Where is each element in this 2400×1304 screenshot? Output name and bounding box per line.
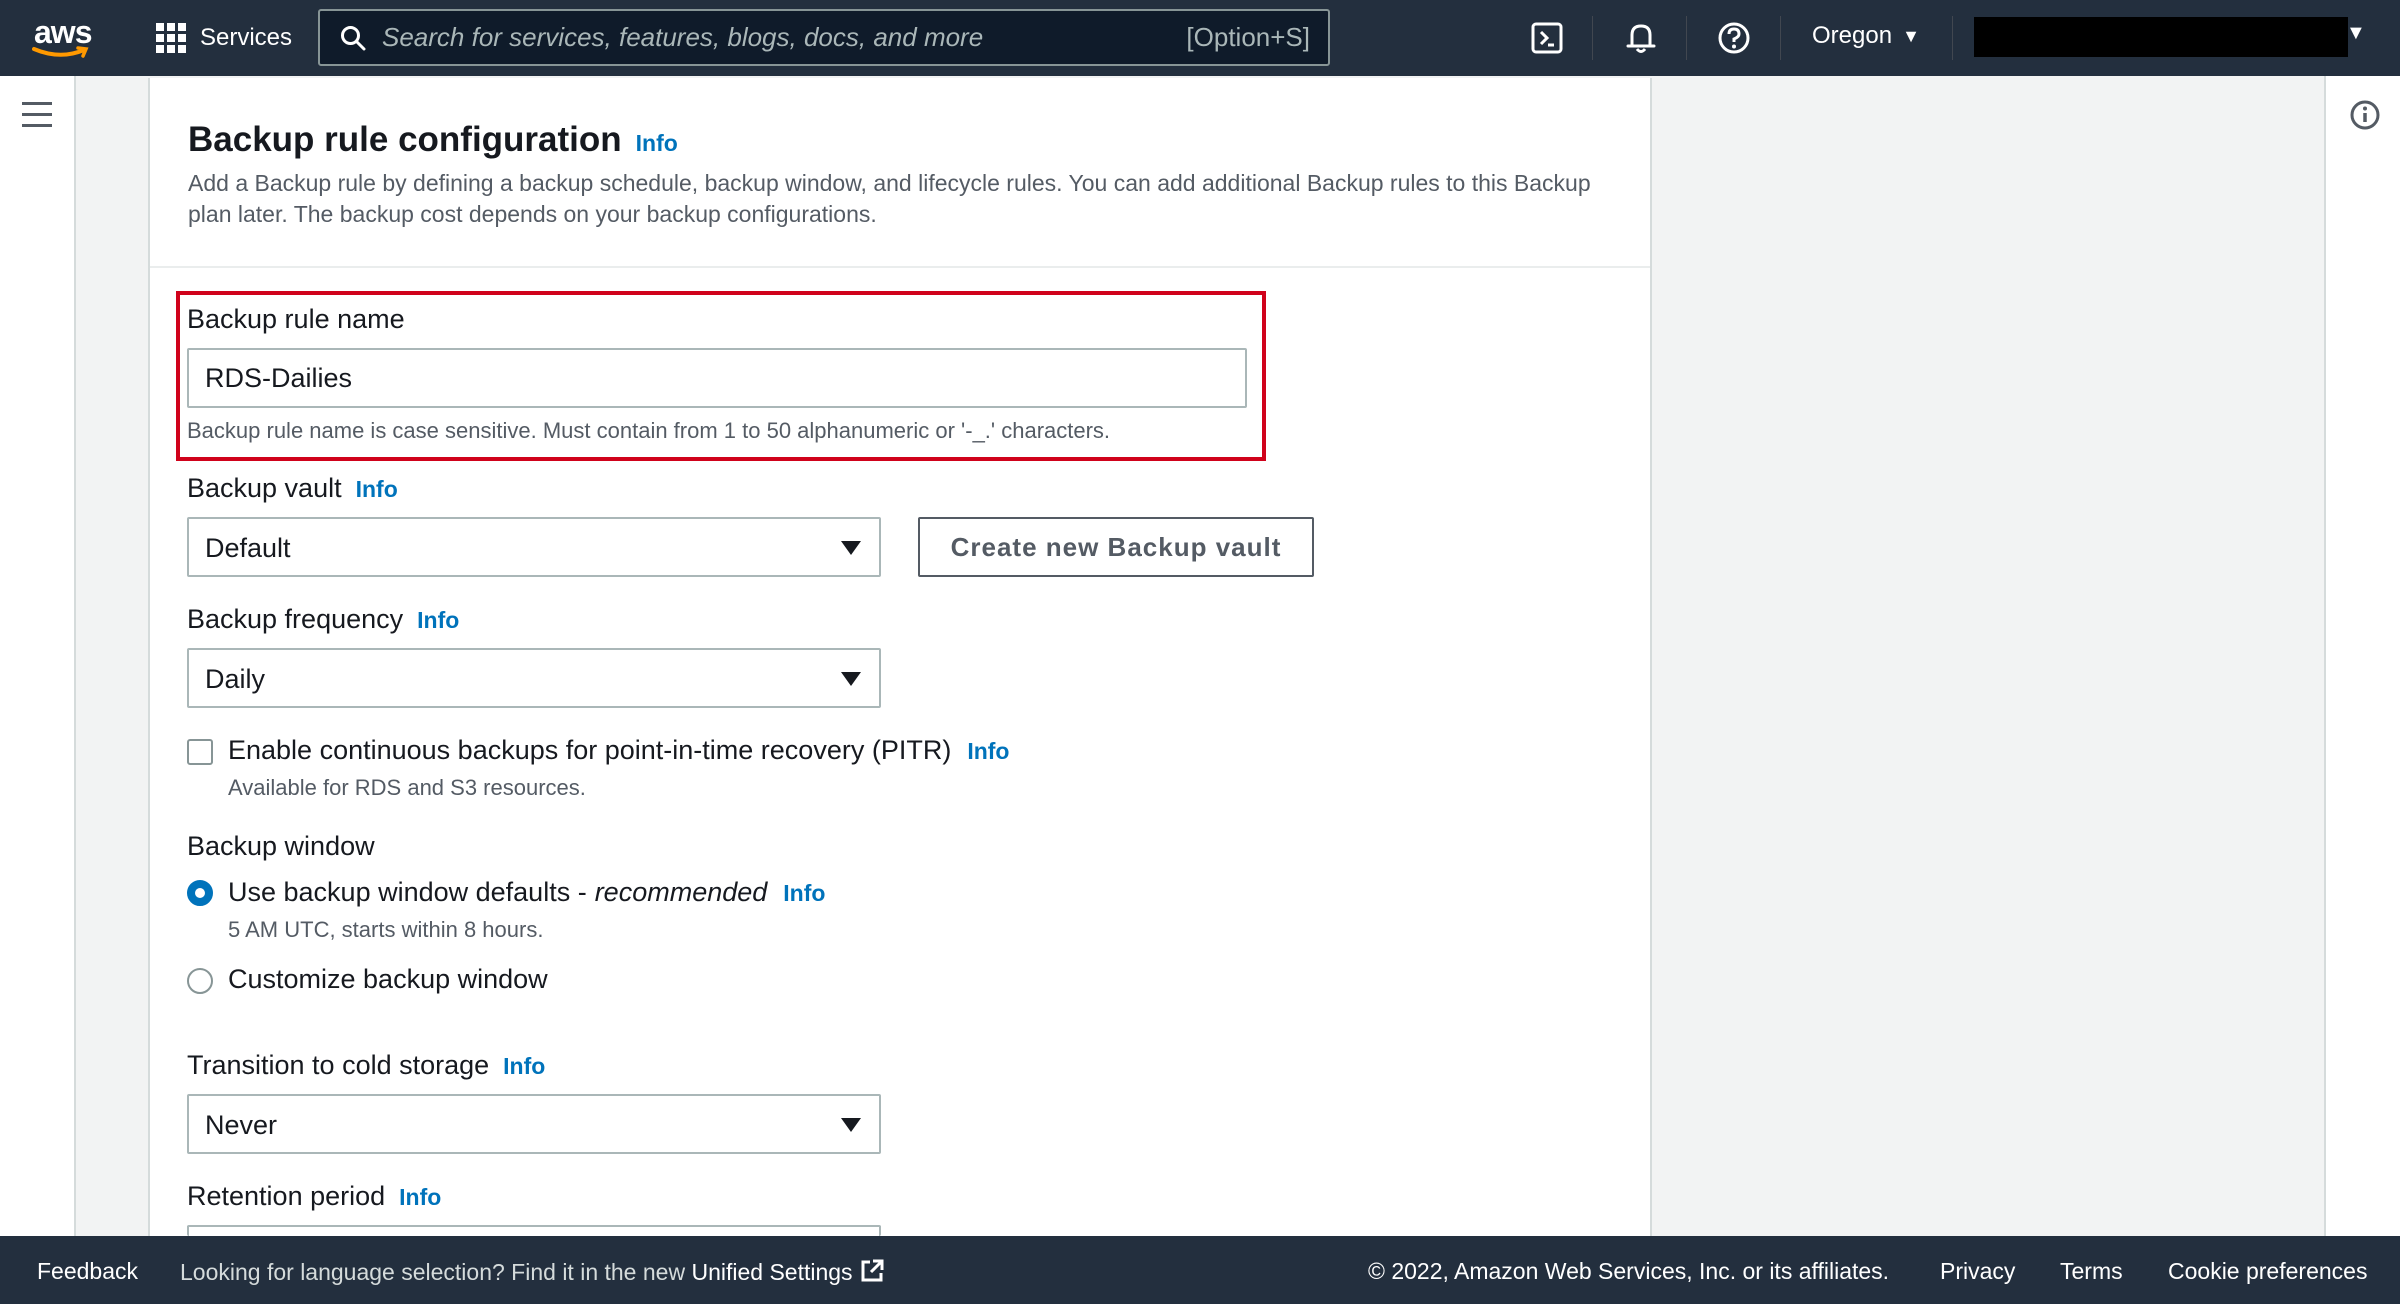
cloudshell-icon[interactable] <box>1530 20 1566 56</box>
unified-settings-link[interactable]: Unified Settings <box>691 1259 852 1285</box>
window-defaults-label: Use backup window defaults - recommended… <box>228 877 825 908</box>
frequency-label: Backup frequency Info <box>187 604 459 635</box>
window-customize-label: Customize backup window <box>228 964 548 995</box>
copyright-text: © 2022, Amazon Web Services, Inc. or its… <box>1368 1258 1890 1284</box>
window-defaults-text[interactable]: Use backup window defaults - <box>228 877 587 908</box>
window-label: Backup window <box>187 831 375 862</box>
vault-label: Backup vault Info <box>187 473 398 504</box>
vault-select[interactable]: Default <box>187 517 881 577</box>
nav-divider <box>1952 16 1953 60</box>
frequency-select[interactable]: Daily <box>187 648 881 708</box>
retention-label-text: Retention period <box>187 1181 386 1211</box>
aws-smile-icon <box>32 46 89 58</box>
pitr-label: Enable continuous backups for point-in-t… <box>228 735 1009 766</box>
language-prompt-text: Looking for language selection? Find it … <box>180 1259 686 1285</box>
create-backup-vault-button[interactable]: Create new Backup vault <box>918 517 1314 577</box>
bell-icon[interactable] <box>1623 20 1659 56</box>
top-navigation: aws Services [Option+S] <box>0 0 2400 76</box>
caret-down-icon <box>841 1118 861 1132</box>
panel-description: Add a Backup rule by defining a backup s… <box>188 170 1591 227</box>
caret-down-icon <box>841 541 861 555</box>
nav-divider <box>1592 16 1593 60</box>
language-prompt: Looking for language selection? Find it … <box>180 1258 885 1286</box>
search-icon <box>341 25 366 50</box>
caret-down-icon[interactable]: ▼ <box>2346 22 2366 45</box>
cold-storage-label: Transition to cold storage Info <box>187 1050 545 1081</box>
retention-label: Retention period Info <box>187 1181 441 1212</box>
external-link-icon[interactable] <box>859 1258 885 1284</box>
terms-link[interactable]: Terms <box>2060 1258 2123 1285</box>
feedback-link[interactable]: Feedback <box>37 1258 138 1285</box>
frequency-label-text: Backup frequency <box>187 604 404 634</box>
help-icon[interactable] <box>1716 20 1752 56</box>
right-tools-rail <box>2324 76 2400 1236</box>
console-footer: Feedback Looking for language selection?… <box>0 1236 2400 1304</box>
left-navigation-rail <box>0 76 76 1236</box>
frequency-select-value: Daily <box>205 664 266 694</box>
rule-name-input[interactable] <box>187 348 1247 408</box>
account-menu-redacted[interactable] <box>1974 17 2348 57</box>
hamburger-menu-icon[interactable] <box>22 102 54 130</box>
rule-name-hint: Backup rule name is case sensitive. Must… <box>187 418 1111 443</box>
window-defaults-recommended: recommended <box>594 877 768 907</box>
caret-down-icon: ▼ <box>1902 25 1920 46</box>
vault-select-value: Default <box>205 533 291 563</box>
pitr-checkbox[interactable] <box>187 739 213 765</box>
services-label: Services <box>200 24 293 51</box>
region-selector[interactable]: Oregon ▼ <box>1812 22 1920 50</box>
services-menu-button[interactable]: Services <box>156 22 292 54</box>
caret-down-icon <box>841 672 861 686</box>
retention-select[interactable] <box>187 1225 881 1236</box>
cold-storage-info-link[interactable]: Info <box>503 1053 545 1080</box>
grid-icon <box>156 23 186 53</box>
cold-storage-select[interactable]: Never <box>187 1094 881 1154</box>
window-defaults-info-link[interactable]: Info <box>783 880 825 907</box>
retention-info-link[interactable]: Info <box>399 1184 441 1211</box>
pitr-info-link[interactable]: Info <box>967 738 1009 765</box>
vault-info-link[interactable]: Info <box>356 476 398 503</box>
title-info-link[interactable]: Info <box>636 130 678 157</box>
window-label-text: Backup window <box>187 831 375 861</box>
global-search-box[interactable]: [Option+S] <box>318 9 1330 66</box>
search-input[interactable] <box>382 22 1187 53</box>
aws-logo[interactable]: aws <box>32 14 94 62</box>
panel-header: Backup rule configuration Info Add a Bac… <box>150 78 1650 268</box>
pitr-hint: Available for RDS and S3 resources. <box>228 775 586 800</box>
cold-storage-select-value: Never <box>205 1110 278 1140</box>
frequency-info-link[interactable]: Info <box>417 607 459 634</box>
region-label: Oregon <box>1812 22 1893 49</box>
rule-name-label: Backup rule name <box>187 304 405 335</box>
window-defaults-hint: 5 AM UTC, starts within 8 hours. <box>228 917 544 942</box>
panel-title-text: Backup rule configuration <box>188 120 622 159</box>
cookie-preferences-link[interactable]: Cookie preferences <box>2168 1258 2367 1285</box>
privacy-link[interactable]: Privacy <box>1940 1258 2015 1285</box>
window-defaults-radio[interactable] <box>187 880 213 906</box>
nav-divider <box>1780 16 1781 60</box>
nav-divider <box>1686 16 1687 60</box>
search-shortcut-hint: [Option+S] <box>1186 22 1310 52</box>
cold-storage-label-text: Transition to cold storage <box>187 1050 490 1080</box>
window-customize-radio[interactable] <box>187 968 213 994</box>
vault-label-text: Backup vault <box>187 473 342 503</box>
window-customize-text[interactable]: Customize backup window <box>228 964 548 995</box>
pitr-label-text[interactable]: Enable continuous backups for point-in-t… <box>228 735 951 766</box>
panel-title: Backup rule configuration Info <box>188 120 1650 160</box>
rule-name-label-text: Backup rule name <box>187 304 405 334</box>
info-panel-icon[interactable] <box>2348 98 2382 132</box>
